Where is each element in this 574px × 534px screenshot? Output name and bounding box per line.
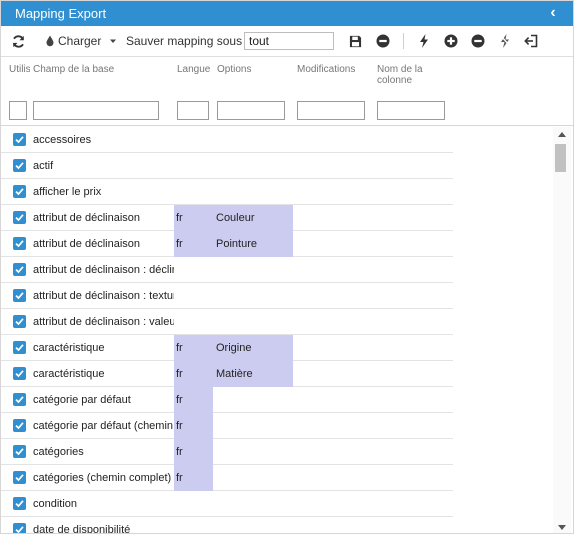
column-header-options: Options (217, 64, 252, 75)
language-cell[interactable]: fr (174, 413, 213, 439)
table-row[interactable]: attribut de déclinaison : texture (1, 283, 453, 309)
table-row[interactable]: catégories (chemin complet) fr (1, 465, 453, 491)
load-button[interactable]: Charger (45, 32, 101, 50)
column-header-field: Champ de la base (33, 64, 115, 75)
use-checkbox[interactable] (13, 237, 26, 250)
use-checkbox[interactable] (13, 445, 26, 458)
field-name: caractéristique (33, 368, 105, 380)
column-header-modifications: Modifications (297, 64, 356, 75)
scroll-down-icon[interactable] (558, 525, 566, 530)
language-cell[interactable]: fr (174, 335, 213, 361)
column-header-use: Utilisé (9, 64, 30, 75)
use-checkbox[interactable] (13, 211, 26, 224)
language-cell[interactable]: fr (174, 439, 213, 465)
use-checkbox[interactable] (13, 289, 26, 302)
column-header-column-name: Nom de la colonne (377, 64, 423, 86)
mapping-name-input[interactable] (244, 32, 334, 50)
field-name: attribut de déclinaison (33, 238, 141, 250)
option-cell[interactable]: Origine (213, 335, 293, 361)
table-row[interactable]: caractéristique fr Origine (1, 335, 453, 361)
use-checkbox[interactable] (13, 315, 26, 328)
field-name: catégories (chemin complet) (33, 472, 172, 484)
field-name: attribut de déclinaison : déclinaison (33, 264, 174, 276)
save-as-label: Sauver mapping sous (126, 34, 243, 48)
field-name: catégories (33, 446, 84, 458)
option-cell[interactable]: Pointure (213, 231, 293, 257)
field-name: attribut de déclinaison : texture (33, 290, 174, 302)
field-name: catégorie par défaut (chemin complet) (33, 420, 174, 432)
floppy-disk-icon[interactable] (349, 32, 362, 50)
language-cell[interactable]: fr (174, 465, 213, 491)
mapping-export-panel: Mapping Export ‹ Charger Sauver mapping … (0, 0, 574, 534)
field-name: afficher le prix (33, 186, 102, 198)
table-row[interactable]: caractéristique fr Matière (1, 361, 453, 387)
field-name: caractéristique (33, 342, 105, 354)
chevron-left-icon[interactable]: ‹ (545, 4, 561, 22)
field-name: catégorie par défaut (33, 394, 131, 406)
table-row[interactable]: condition (1, 491, 453, 517)
bolt-icon[interactable] (419, 32, 429, 50)
field-name: date de disponibilité (33, 524, 131, 534)
vertical-scrollbar[interactable] (553, 127, 571, 533)
table-row[interactable]: accessoires (1, 127, 453, 153)
field-name: condition (33, 498, 78, 510)
language-cell[interactable]: fr (174, 231, 213, 257)
language-cell[interactable]: fr (174, 387, 213, 413)
field-name: actif (33, 160, 54, 172)
filter-use[interactable] (9, 101, 27, 120)
use-checkbox[interactable] (13, 341, 26, 354)
filter-field[interactable] (33, 101, 159, 120)
use-checkbox[interactable] (13, 263, 26, 276)
option-cell[interactable]: Couleur (213, 205, 293, 231)
minus-circle-icon[interactable] (471, 32, 485, 50)
sign-in-icon[interactable] (524, 32, 538, 50)
use-checkbox[interactable] (13, 419, 26, 432)
table-row[interactable]: attribut de déclinaison : valeur (1, 309, 453, 335)
option-cell[interactable]: Matière (213, 361, 293, 387)
column-header-language: Langue (177, 64, 211, 75)
use-checkbox[interactable] (13, 497, 26, 510)
filter-modifications[interactable] (297, 101, 365, 120)
title-bar: Mapping Export ‹ (1, 1, 573, 26)
filter-options[interactable] (217, 101, 285, 120)
use-checkbox[interactable] (13, 523, 26, 533)
scrollbar-thumb[interactable] (555, 144, 566, 172)
table-row[interactable]: afficher le prix (1, 179, 453, 205)
mapping-table-body: accessoires actif afficher le prix attribut… (1, 127, 553, 534)
table-row[interactable]: date de disponibilité (1, 517, 453, 534)
table-row[interactable]: attribut de déclinaison fr Couleur (1, 205, 453, 231)
field-name: accessoires (33, 134, 92, 146)
refresh-icon[interactable] (11, 32, 26, 50)
bolt-off-icon[interactable] (500, 32, 511, 50)
use-checkbox[interactable] (13, 471, 26, 484)
language-cell[interactable]: fr (174, 205, 213, 231)
use-checkbox[interactable] (13, 367, 26, 380)
use-checkbox[interactable] (13, 133, 26, 146)
toolbar-divider (403, 33, 404, 49)
field-name: attribut de déclinaison : valeur (33, 316, 174, 328)
load-label: Charger (58, 34, 102, 48)
caret-down-icon[interactable] (109, 32, 117, 50)
filter-column-name[interactable] (377, 101, 445, 120)
plus-circle-icon[interactable] (444, 32, 458, 50)
use-checkbox[interactable] (13, 159, 26, 172)
table-row[interactable]: attribut de déclinaison fr Pointure (1, 231, 453, 257)
table-row[interactable]: actif (1, 153, 453, 179)
language-cell[interactable]: fr (174, 361, 213, 387)
table-row[interactable]: catégorie par défaut (chemin complet)fr (1, 413, 453, 439)
filter-language[interactable] (177, 101, 209, 120)
table-row[interactable]: catégorie par défaut fr (1, 387, 453, 413)
use-checkbox[interactable] (13, 393, 26, 406)
panel-title: Mapping Export (15, 6, 107, 21)
scroll-up-icon[interactable] (558, 132, 566, 137)
minus-circle-icon[interactable] (376, 32, 390, 50)
table-row[interactable]: attribut de déclinaison : déclinaison (1, 257, 453, 283)
drop-icon (46, 35, 54, 47)
table-row[interactable]: catégories fr (1, 439, 453, 465)
use-checkbox[interactable] (13, 185, 26, 198)
table-header: Utilisé Champ de la base Langue Options … (1, 56, 573, 126)
field-name: attribut de déclinaison (33, 212, 141, 224)
